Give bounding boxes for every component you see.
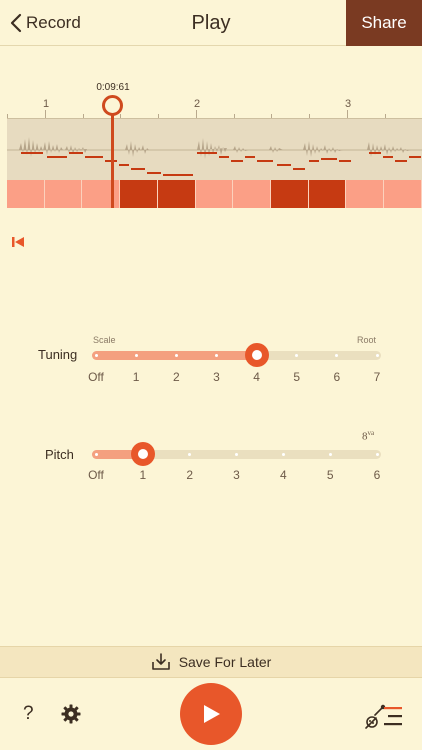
tuning-tick-label: 5 [293,370,301,384]
tuning-tick-label: Off [88,370,104,384]
pitch-tick-label: 4 [279,468,287,482]
tuning-scale-caption: Scale [93,335,116,345]
pitch-tick-label: 6 [373,468,381,482]
waveform-panel[interactable] [7,118,422,180]
help-button[interactable]: ? [23,703,34,725]
ruler-mark: 2 [194,98,201,110]
tuning-step-dot [214,354,218,357]
tuning-tick-label: 3 [213,370,220,384]
waveform-graphic [7,137,422,176]
tuning-tick-label: 1 [132,370,140,384]
tuning-step-dot [375,354,379,357]
tuning-root-caption: Root [357,335,377,345]
ruler-mark: 1 [43,98,50,110]
ruler-tick [346,110,348,118]
play-icon [204,705,220,723]
segment-block[interactable] [384,180,422,208]
pitch-tick-label: 2 [186,468,193,482]
back-record-button[interactable]: Record [10,11,81,35]
tuning-step-dot [295,354,299,357]
pitch-slider-knob[interactable] [130,442,155,466]
back-label: Record [26,13,81,32]
segment-block[interactable] [233,180,272,208]
save-for-later-button[interactable]: Save For Later [0,646,422,678]
download-tray-icon [151,653,170,670]
tuning-step-dot [335,354,339,357]
gear-icon[interactable] [61,704,81,724]
pitch-label: Pitch [45,447,74,462]
chevron-left-icon [10,13,22,33]
mixer-settings-icon[interactable] [362,702,404,730]
tuning-slider-knob[interactable] [244,343,269,367]
pitch-step-dot [328,453,332,456]
segment-block[interactable] [44,180,83,208]
playhead-handle[interactable] [102,95,123,116]
pitch-step-dot [235,453,238,456]
skip-to-start-icon[interactable] [10,234,26,250]
pitch-tick-label: Off [88,468,104,482]
segment-block[interactable] [271,180,309,208]
share-button[interactable]: Share [346,0,422,46]
ruler-tick [195,110,197,118]
octave-marker: 8va [362,429,374,443]
nav-bar: Record Play Share [0,0,422,46]
tuning-tick-label: 6 [333,370,341,384]
segment-block[interactable] [308,180,347,208]
segment-block[interactable] [82,180,121,208]
segment-block[interactable] [120,180,158,208]
tuning-tick-label: 7 [373,370,381,384]
ruler-mark: 3 [345,98,352,110]
tuning-label: Tuning [38,347,78,362]
timeline-ruler: 1 2 3 [0,96,422,118]
segment-block[interactable] [7,180,45,208]
segment-block[interactable] [346,180,385,208]
tuning-tick-label: 4 [253,370,260,384]
segment-block[interactable] [157,180,196,208]
pitch-tick-label: 1 [139,468,147,482]
tuning-slider[interactable] [92,351,381,360]
tuning-step-dot [174,354,178,357]
pitch-step-dot [281,453,285,456]
play-button[interactable] [180,683,242,745]
segment-bar [7,180,422,208]
playhead-time: 0:09:61 [96,82,130,93]
tuning-tick-label: 2 [172,370,180,384]
tuning-step-dot [134,354,138,357]
pitch-step-dot [188,453,192,456]
octave-marker-sup: va [367,429,375,437]
pitch-tick-label: 5 [326,468,334,482]
playhead-line [111,112,114,208]
pitch-step-dot [94,453,98,456]
tuning-step-dot [94,354,98,357]
ruler-tick [44,110,46,118]
save-for-later-label: Save For Later [178,654,272,670]
pitch-tick-label: 3 [233,468,240,482]
pitch-step-dot [375,453,379,456]
segment-block[interactable] [195,180,234,208]
